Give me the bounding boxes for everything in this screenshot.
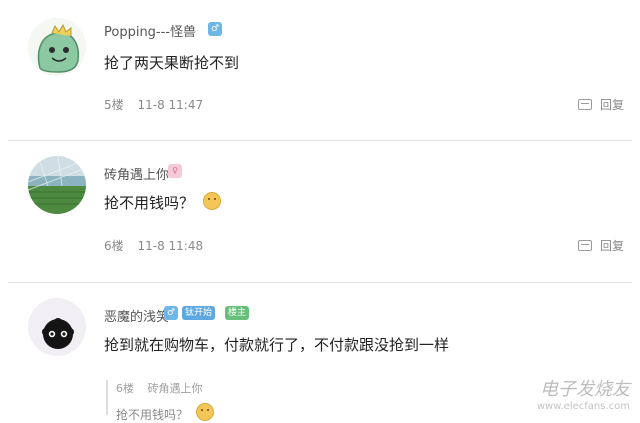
- avatar-dinosaur[interactable]: [28, 18, 86, 76]
- watermark: 电子发烧友 www.elecfans.com: [510, 375, 630, 413]
- soot-sprite-avatar-image: [28, 298, 86, 356]
- author-badge: 楼主: [225, 306, 250, 320]
- male-badge: ♂: [164, 306, 178, 320]
- watermark-url: www.elecfans.com: [536, 401, 630, 412]
- comment-bubble-icon: [578, 99, 593, 110]
- comment-1: Popping---怪兽 ♂ 抢了两天果断抢不到 5楼 11-8 11:47 回…: [0, 0, 640, 140]
- quoted-username[interactable]: 砖角遇上你: [148, 382, 203, 395]
- comment-bubble-icon: [578, 240, 593, 251]
- comment-2: 砖角遇上你 ♀ 抢不用钱吗？ 6楼 11-8 11:48 回复: [0, 140, 640, 282]
- comment-text: 抢了两天果断抢不到: [104, 54, 240, 72]
- floor-number: 6楼: [104, 239, 124, 253]
- timestamp: 11-8 11:48: [137, 239, 204, 253]
- reply-label: 回复: [599, 98, 624, 112]
- reply-button[interactable]: 回复: [578, 96, 624, 113]
- avatar-greenhouse[interactable]: [28, 156, 86, 214]
- quoted-reply: 6楼 砖角遇上你 抢不用钱吗？: [106, 380, 416, 422]
- male-badge: ♂: [208, 22, 222, 36]
- comment-username[interactable]: 砖角遇上你: [104, 164, 169, 183]
- emoji-icon: [202, 192, 221, 210]
- quoted-text-content: 抢不用钱吗？: [116, 408, 189, 422]
- quoted-text: 抢不用钱吗？: [116, 403, 416, 423]
- watermark-logo-text: 电子发烧友: [540, 379, 630, 400]
- comment-meta: 5楼 11-8 11:47: [104, 96, 203, 113]
- floor-number: 5楼: [104, 98, 124, 112]
- quoted-floor: 6楼: [116, 382, 134, 395]
- rank-badge: 钛开始: [182, 306, 216, 320]
- quoted-reply-meta: 6楼 砖角遇上你: [116, 380, 416, 396]
- emoji-icon: [195, 403, 214, 421]
- comment-text: 抢到就在购物车，付款就行了，不付款跟没抢到一样: [104, 336, 450, 354]
- comment-text-content: 抢不用钱吗？: [104, 194, 195, 212]
- comment-text: 抢不用钱吗？: [104, 192, 221, 213]
- comment-username[interactable]: Popping---怪兽: [104, 21, 196, 40]
- reply-button[interactable]: 回复: [578, 237, 624, 254]
- comment-meta: 6楼 11-8 11:48: [104, 237, 203, 254]
- comment-username[interactable]: 恶魔的浅笑: [104, 306, 169, 325]
- avatar-soot-sprite[interactable]: [28, 298, 86, 356]
- female-badge: ♀: [168, 164, 182, 178]
- reply-label: 回复: [599, 239, 624, 253]
- dinosaur-avatar-image: [28, 18, 86, 76]
- greenhouse-avatar-image: [28, 156, 86, 214]
- timestamp: 11-8 11:47: [137, 98, 204, 112]
